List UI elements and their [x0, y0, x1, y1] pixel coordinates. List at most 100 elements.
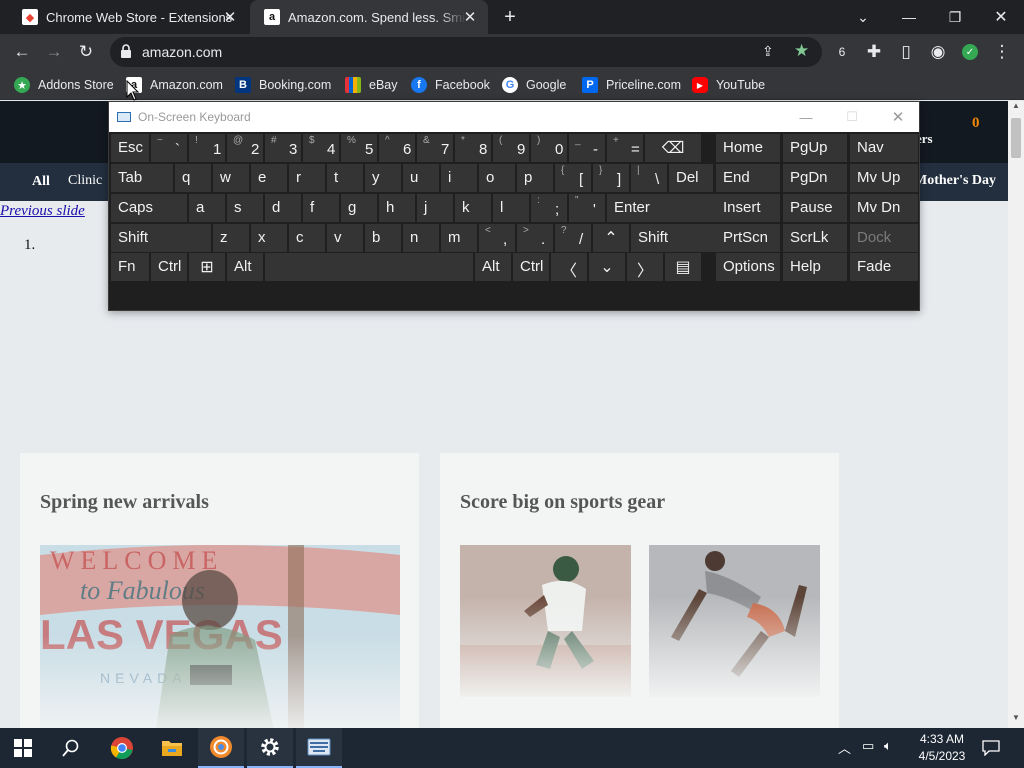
scroll-down-arrow-icon[interactable]: ▼ [1012, 713, 1020, 722]
card-sports-gear[interactable]: Score big on sports gear [440, 453, 839, 728]
key-5[interactable]: % 5 [341, 134, 377, 162]
key-y[interactable]: y [365, 164, 401, 192]
forward-button[interactable]: → [38, 36, 70, 68]
key-sym[interactable]: " ' [569, 194, 605, 222]
side-panel-icon[interactable]: ▯ [890, 36, 922, 68]
key-esc[interactable]: Esc [111, 134, 149, 162]
key-g[interactable]: g [341, 194, 377, 222]
basketball-player-image[interactable] [649, 545, 820, 697]
page-scrollbar[interactable]: ▲ ▼ [1008, 101, 1024, 728]
card-spring-new-arrivals[interactable]: Spring new arrivals WELCOME to Fabulous … [20, 453, 419, 728]
minimize-button[interactable]: — [886, 0, 932, 34]
taskbar-brave[interactable] [198, 728, 244, 768]
key-d[interactable]: d [265, 194, 301, 222]
close-tab-icon[interactable]: ✕ [460, 7, 480, 27]
key-sym[interactable]: | \ [631, 164, 667, 192]
key-arrow-right[interactable]: 〉 [627, 253, 663, 281]
bookmark-addons-store[interactable]: ★ Addons Store [14, 76, 114, 94]
taskbar-settings[interactable] [247, 728, 293, 768]
key-u[interactable]: u [403, 164, 439, 192]
key-x[interactable]: x [251, 224, 287, 252]
key-pgdn[interactable]: PgDn [783, 164, 847, 192]
key-insert[interactable]: Insert [716, 194, 780, 222]
scrollbar-thumb[interactable] [1011, 118, 1021, 158]
key-ctrl[interactable]: Ctrl [151, 253, 187, 281]
taskbar-search-button[interactable] [48, 728, 94, 768]
key-0[interactable]: ) 0 [531, 134, 567, 162]
key-mv-dn[interactable]: Mv Dn [850, 194, 918, 222]
osk-close-button[interactable]: ✕ [875, 102, 921, 132]
new-tab-button[interactable]: + [498, 5, 522, 29]
key-4[interactable]: $4 [303, 134, 339, 162]
key-sym[interactable]: ~ ` [151, 134, 187, 162]
volume-icon[interactable]: 🔈︎ [884, 738, 892, 754]
scroll-up-arrow-icon[interactable]: ▲ [1012, 101, 1020, 110]
menu-kebab-icon[interactable]: ⋮ [986, 36, 1018, 68]
back-button[interactable]: ← [6, 36, 38, 68]
osk-maximize-button[interactable]: ☐ [829, 102, 875, 132]
key-ctrl[interactable]: Ctrl [513, 253, 549, 281]
close-tab-icon[interactable]: ✕ [220, 7, 240, 27]
key-tab[interactable]: Tab [111, 164, 173, 192]
bookmark-priceline[interactable]: P Priceline.com [582, 76, 681, 94]
key-alt[interactable]: Alt [475, 253, 511, 281]
key-v[interactable]: v [327, 224, 363, 252]
key-fn[interactable]: Fn [111, 253, 149, 281]
key-nav[interactable]: Nav [850, 134, 918, 162]
key-space[interactable] [265, 253, 473, 281]
bookmark-youtube[interactable]: ▶ YouTube [692, 76, 765, 94]
key-mv-up[interactable]: Mv Up [850, 164, 918, 192]
key-del[interactable]: Del [669, 164, 713, 192]
cart-count[interactable]: 0 [972, 115, 980, 132]
key-8[interactable]: * 8 [455, 134, 491, 162]
bookmark-google[interactable]: G Google [502, 76, 566, 94]
key-sym[interactable]: _ - [569, 134, 605, 162]
key-s[interactable]: s [227, 194, 263, 222]
key-i[interactable]: i [441, 164, 477, 192]
key-sym[interactable]: <, [479, 224, 515, 252]
nav-mothers-day-link[interactable]: Mother's Day [914, 173, 996, 189]
key-shift[interactable]: Shift [631, 224, 717, 252]
notifications-button[interactable] [968, 728, 1014, 768]
las-vegas-fashion-image[interactable]: WELCOME to Fabulous LAS VEGAS NEVADA [40, 545, 400, 728]
key-pgup[interactable]: PgUp [783, 134, 847, 162]
key-shift[interactable]: Shift [111, 224, 211, 252]
bookmark-facebook[interactable]: f Facebook [411, 76, 490, 94]
key-b[interactable]: b [365, 224, 401, 252]
key-7[interactable]: & 7 [417, 134, 453, 162]
key-options[interactable]: Options [716, 253, 780, 281]
key-n[interactable]: n [403, 224, 439, 252]
key-sym[interactable]: }] [593, 164, 629, 192]
key-z[interactable]: z [213, 224, 249, 252]
key-arrow-down[interactable]: ⌄ [589, 253, 625, 281]
key-6[interactable]: ^ 6 [379, 134, 415, 162]
chevron-up-icon[interactable]: ︿ [838, 738, 851, 757]
key-backspace[interactable]: ⌫ [645, 134, 701, 162]
key-prtscn[interactable]: PrtScn [716, 224, 780, 252]
tab-amazon[interactable]: a Amazon.com. Spend less. Smile more. ✕ [250, 0, 488, 34]
close-window-button[interactable]: ✕ [978, 0, 1024, 34]
key-dock[interactable]: Dock [850, 224, 918, 252]
key-f[interactable]: f [303, 194, 339, 222]
key-w[interactable]: w [213, 164, 249, 192]
key-pause[interactable]: Pause [783, 194, 847, 222]
key-fade[interactable]: Fade [850, 253, 918, 281]
key-arrow-up[interactable]: ⌃ [593, 224, 629, 252]
key-a[interactable]: a [189, 194, 225, 222]
key-sym[interactable]: {[ [555, 164, 591, 192]
key-help[interactable]: Help [783, 253, 847, 281]
osk-title-bar[interactable]: On-Screen Keyboard — ☐ ✕ [109, 102, 919, 132]
nav-clinic-link[interactable]: Clinic [68, 173, 102, 189]
key-sym[interactable]: >. [517, 224, 553, 252]
key-windows[interactable]: ⊞ [189, 253, 225, 281]
taskbar-chrome[interactable] [99, 728, 145, 768]
key-m[interactable]: m [441, 224, 477, 252]
key-k[interactable]: k [455, 194, 491, 222]
football-player-image[interactable] [460, 545, 631, 697]
tab-search-icon[interactable]: ⌄ [840, 0, 886, 34]
key-1[interactable]: ! 1 [189, 134, 225, 162]
key-c[interactable]: c [289, 224, 325, 252]
key-h[interactable]: h [379, 194, 415, 222]
key-sym[interactable]: + = [607, 134, 643, 162]
key-end[interactable]: End [716, 164, 780, 192]
